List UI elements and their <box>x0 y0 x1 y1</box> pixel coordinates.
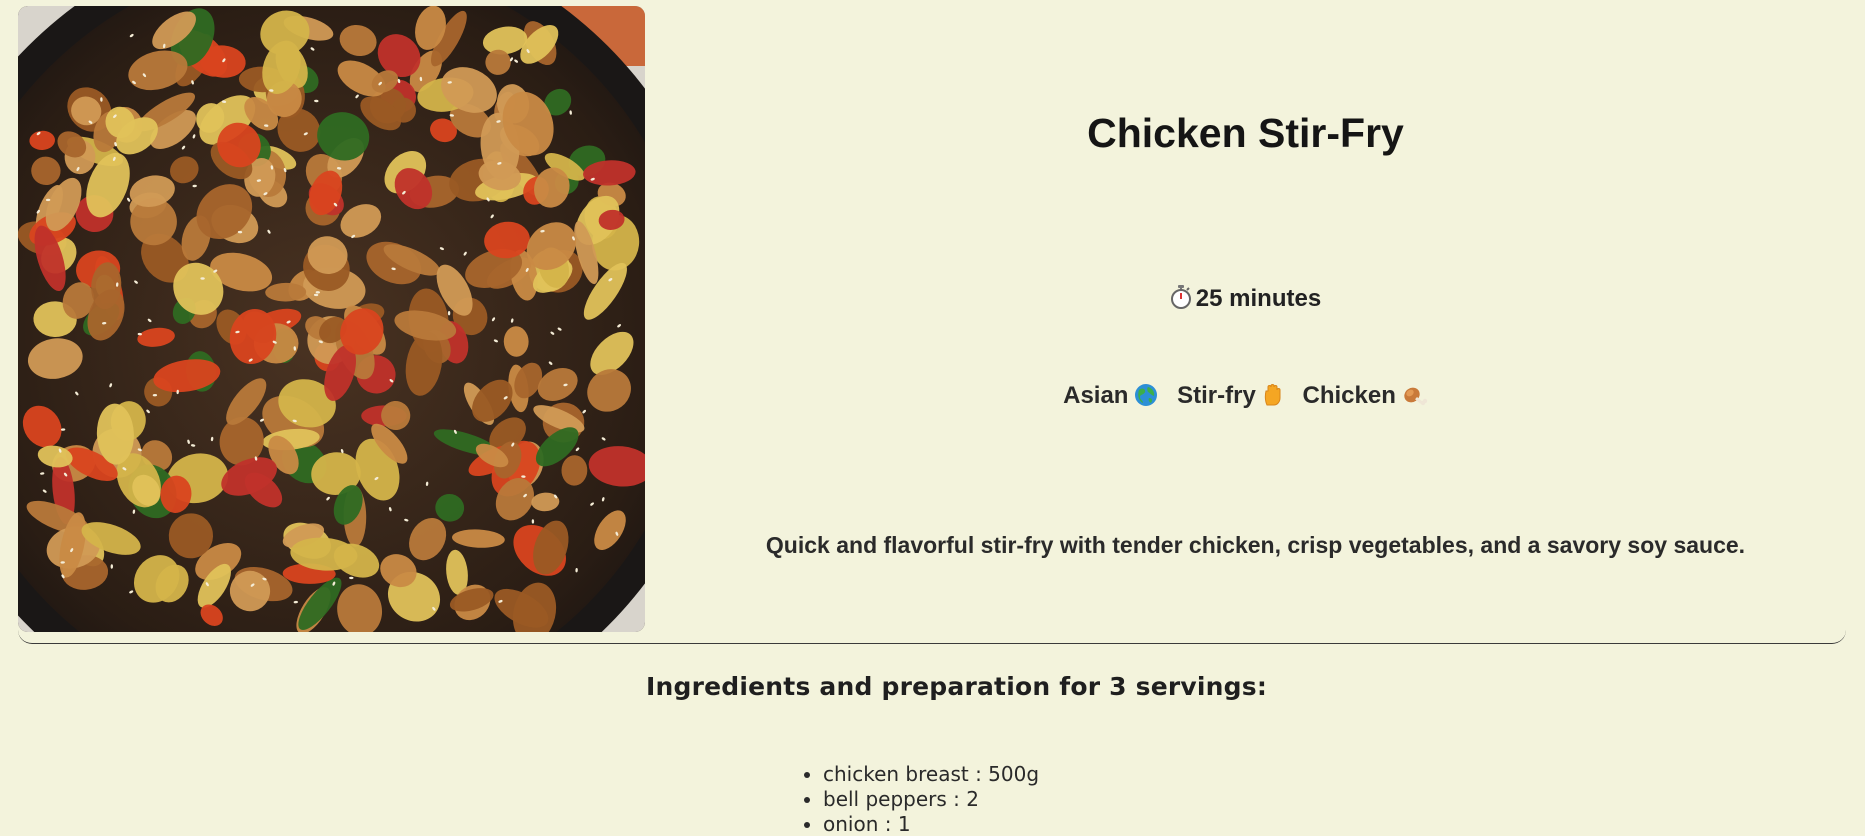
tag-label: Chicken <box>1302 382 1396 409</box>
recipe-tags: Asian Stir-fry Chicken <box>645 382 1846 414</box>
cook-time: 25 minutes <box>645 285 1846 316</box>
cook-time-value: 25 minutes <box>1195 285 1322 312</box>
tag-stir-fry: Stir-fry <box>1177 382 1284 414</box>
drumstick-icon <box>1402 383 1428 414</box>
recipe-page: Chicken Stir-Fry 25 minutes Asian Stir-f… <box>0 0 1865 836</box>
globe-icon <box>1134 383 1158 414</box>
ingredient-item: onion : 1 <box>800 812 1039 836</box>
stopwatch-icon <box>1170 285 1192 316</box>
dish-photo <box>18 6 645 632</box>
ingredients-heading: Ingredients and preparation for 3 servin… <box>646 672 1268 701</box>
ingredients-list: chicken breast : 500g bell peppers : 2 o… <box>800 762 1039 836</box>
tag-label: Asian <box>1063 382 1129 409</box>
recipe-hero-card: Chicken Stir-Fry 25 minutes Asian Stir-f… <box>18 6 1846 644</box>
ingredient-item: chicken breast : 500g <box>800 762 1039 787</box>
recipe-description: Quick and flavorful stir-fry with tender… <box>765 532 1746 558</box>
ingredient-item: bell peppers : 2 <box>800 787 1039 812</box>
tag-asian: Asian <box>1063 382 1158 414</box>
recipe-title: Chicken Stir-Fry <box>1087 110 1404 156</box>
hand-icon <box>1262 383 1284 414</box>
tag-chicken: Chicken <box>1303 382 1428 414</box>
recipe-info: Chicken Stir-Fry 25 minutes Asian Stir-f… <box>645 6 1846 632</box>
tag-label: Stir-fry <box>1177 382 1256 409</box>
